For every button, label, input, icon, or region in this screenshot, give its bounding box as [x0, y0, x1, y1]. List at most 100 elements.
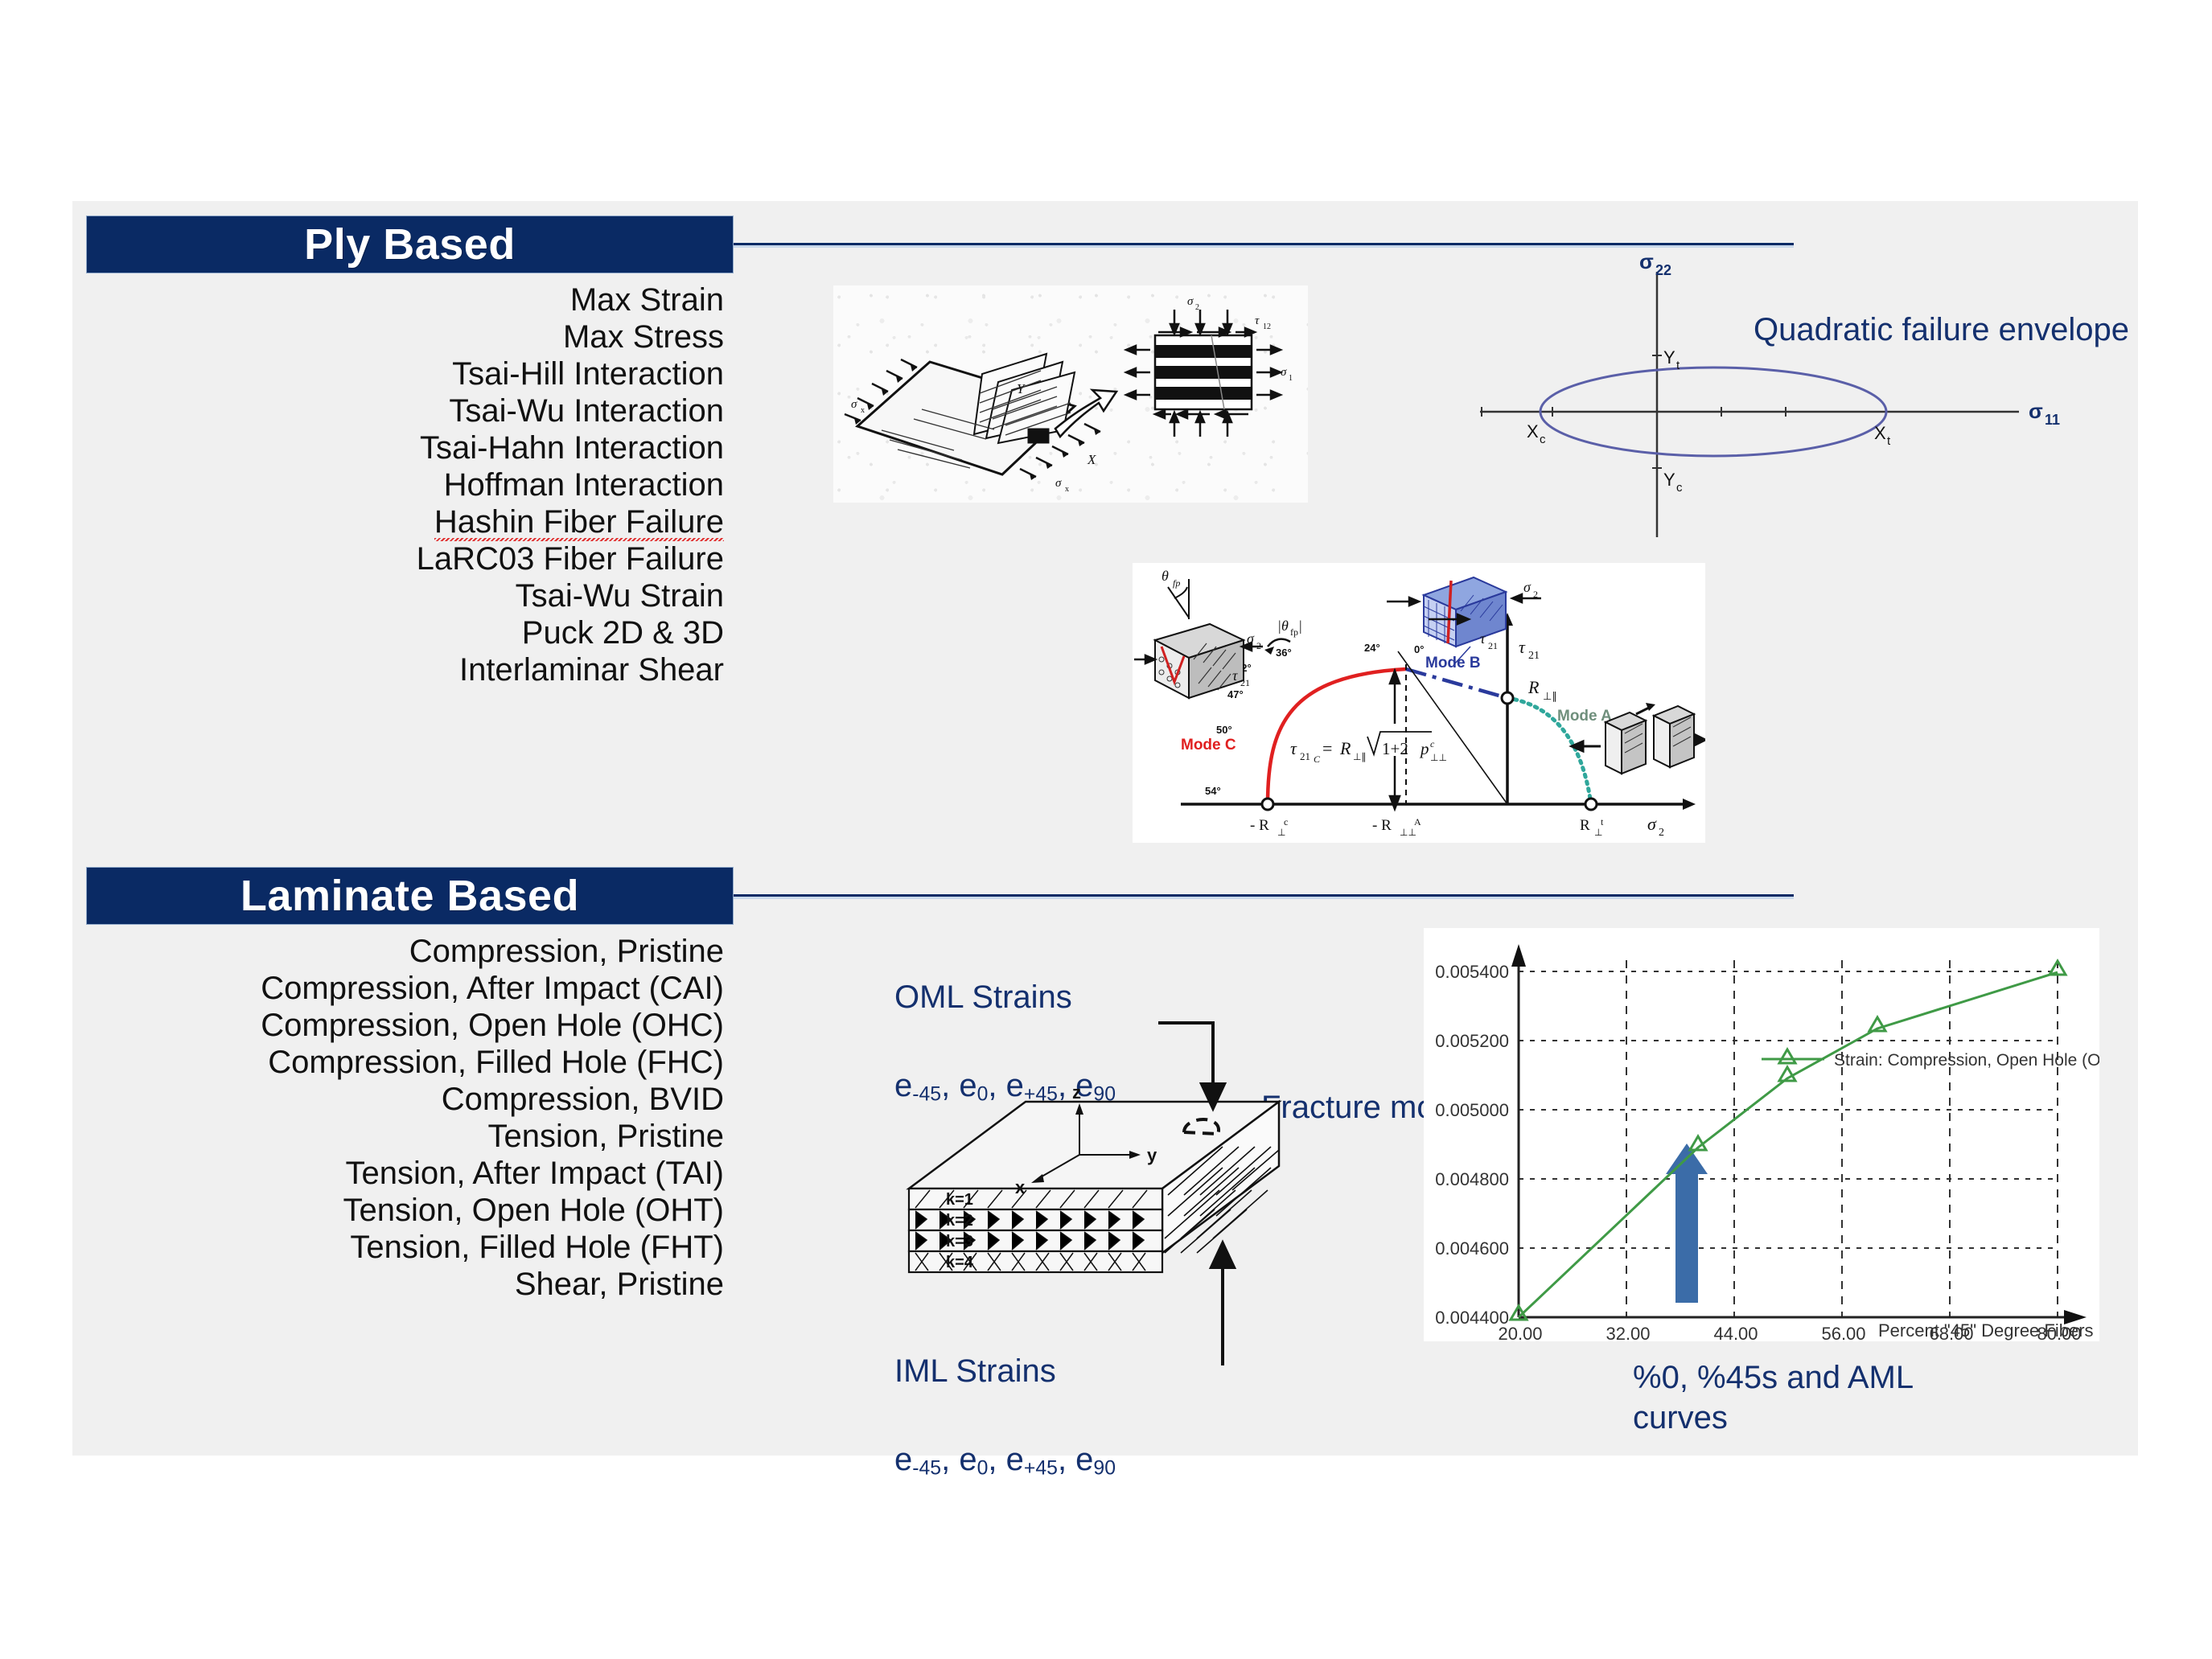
quadratic-envelope-plot: σ 22 σ 11 Y t Y c X c X t: [1480, 257, 2060, 537]
svg-text:X: X: [1087, 452, 1096, 467]
svg-text:σ: σ: [1523, 579, 1532, 595]
svg-text:21: 21: [1300, 750, 1310, 762]
laminate-stack-illustration: k=1 k=2 k=3 k=4 z y x: [906, 1021, 1282, 1365]
svg-text:σ: σ: [1247, 630, 1255, 647]
angle-label: 24°: [1364, 642, 1380, 654]
svg-text:R: R: [1527, 677, 1540, 697]
mode-c-curve: [1265, 667, 1407, 805]
list-item: Tsai-Hill Interaction: [452, 356, 724, 392]
svg-text:τ: τ: [1519, 637, 1526, 657]
svg-text:c: c: [1430, 738, 1435, 749]
svg-text:σ: σ: [1187, 295, 1194, 308]
aml-chart-svg: Strain: Compression, Open Hole (OHC) 0.0…: [1435, 944, 2099, 1341]
svg-text:C: C: [1314, 754, 1321, 765]
svg-text:τ: τ: [1255, 314, 1260, 327]
laminate-based-method-list: Compression, Pristine Compression, After…: [72, 933, 724, 1303]
legend-label: Strain: Compression, Open Hole (OHC): [1834, 1051, 2099, 1070]
svg-text:2: 2: [1533, 589, 1538, 600]
series-line-ohc: [1517, 971, 2058, 1319]
svg-text:21: 21: [1528, 650, 1540, 662]
list-item: Puck 2D & 3D: [521, 615, 724, 651]
svg-text:⊥: ⊥: [1594, 827, 1602, 838]
laminate-block-diagram: k=1 k=2 k=3 k=4 z y x: [877, 1005, 1359, 1367]
svg-text:σ: σ: [851, 398, 857, 411]
chart-legend: Strain: Compression, Open Hole (OHC): [1762, 1047, 2099, 1070]
list-item: LaRC03 Fiber Failure: [416, 541, 724, 577]
y-tick-label: 0.005000: [1435, 1100, 1509, 1120]
svg-text:⊥∥: ⊥∥: [1353, 751, 1366, 762]
list-item: Tension, Filled Hole (FHT): [350, 1230, 724, 1265]
section-rule-ply-based: [734, 243, 1794, 248]
svg-text:Y: Y: [1017, 381, 1026, 396]
svg-text:2: 2: [1195, 303, 1199, 312]
fracture-modes-figure: 36° 24° 0° 42° 47° 50° 54° |θ fp | Mode …: [1133, 563, 1705, 843]
list-item: Compression, Filled Hole (FHC): [268, 1045, 724, 1080]
svg-text:2: 2: [1659, 827, 1664, 839]
svg-text:X: X: [1527, 421, 1539, 441]
ply-based-method-list: Max Strain Max Stress Tsai-Hill Interact…: [72, 281, 724, 688]
svg-text:σ: σ: [1639, 257, 1654, 273]
svg-text:R: R: [1580, 817, 1590, 834]
svg-text:θ: θ: [1162, 568, 1169, 584]
svg-text:c: c: [1676, 481, 1683, 495]
svg-text:=: =: [1322, 738, 1332, 758]
x-tick-label: 56.00: [1821, 1324, 1865, 1341]
list-item: Hashin Fiber Failure: [434, 504, 724, 541]
axis-y-label: y: [1147, 1145, 1157, 1165]
ply-label: k=2: [946, 1212, 973, 1230]
list-item: Compression, After Impact (CAI): [261, 971, 724, 1006]
svg-text:A: A: [1414, 816, 1421, 827]
slide-root: Ply Based Max Strain Max Stress Tsai-Hil…: [0, 0, 2212, 1659]
svg-text:21: 21: [1240, 677, 1250, 688]
quadratic-failure-envelope-figure: σ 22 σ 11 Y t Y c X c X t Quadratic fail…: [1456, 257, 2132, 547]
svg-text:σ: σ: [1055, 477, 1062, 490]
svg-text:c: c: [1284, 816, 1288, 827]
svg-text:R: R: [1339, 738, 1351, 758]
svg-text:11: 11: [2045, 412, 2060, 428]
svg-text:- R: - R: [1250, 817, 1269, 834]
svg-text:fp: fp: [1290, 626, 1298, 638]
list-item: Shear, Pristine: [514, 1267, 724, 1302]
ply-label: k=1: [946, 1191, 973, 1209]
svg-text:σ: σ: [1647, 814, 1657, 834]
angle-label: 50°: [1216, 724, 1232, 736]
aml-strain-chart: Strain: Compression, Open Hole (OHC) 0.0…: [1424, 928, 2099, 1341]
svg-text:|θ: |θ: [1277, 618, 1289, 634]
svg-text:|: |: [1298, 618, 1302, 634]
puck-fracture-envelope: 36° 24° 0° 42° 47° 50° 54° |θ fp | Mode …: [1134, 568, 1705, 839]
emphasis-arrow: [1666, 1144, 1708, 1303]
mode-b-label: Mode B: [1425, 655, 1481, 671]
list-item-hashin: Hashin Fiber Failure: [72, 503, 724, 541]
list-item: Tsai-Hahn Interaction: [420, 430, 724, 466]
aml-chart-caption: %0, %45s and AML curves: [1633, 1360, 1913, 1435]
svg-text:τ: τ: [1232, 667, 1238, 684]
section-header-ply-based: Ply Based: [86, 216, 734, 273]
svg-text:22: 22: [1655, 262, 1671, 278]
x-tick-label: 44.00: [1713, 1324, 1758, 1341]
ply-label: k=4: [946, 1254, 974, 1271]
svg-text:⊥: ⊥: [1277, 827, 1285, 838]
svg-text:- R: - R: [1372, 817, 1392, 834]
angle-label: 0°: [1414, 643, 1424, 655]
list-item: Interlaminar Shear: [458, 652, 724, 688]
svg-text:c: c: [1540, 433, 1546, 446]
svg-text:2: 2: [1256, 640, 1261, 651]
svg-text:⊥⊥: ⊥⊥: [1430, 752, 1447, 763]
svg-text:t: t: [1601, 816, 1604, 827]
list-item: Compression, Open Hole (OHC): [261, 1008, 724, 1043]
layup-illustration: Y X σ x σ x σ 2 τ 12 σ 1: [844, 295, 1293, 494]
series-markers-ohc: [1508, 959, 2068, 1321]
list-item: Hoffman Interaction: [443, 467, 724, 503]
list-item: Tension, After Impact (TAI): [345, 1156, 724, 1191]
svg-text:⊥⊥: ⊥⊥: [1400, 827, 1416, 838]
axis-z-label: z: [1072, 1082, 1081, 1103]
svg-text:τ: τ: [1290, 738, 1297, 758]
mode-c-label: Mode C: [1181, 737, 1236, 754]
y-tick-label: 0.004600: [1435, 1238, 1509, 1259]
section-rule-laminate-based: [734, 894, 1794, 899]
iml-strains-values: e-45, e0, e+45, e90: [894, 1442, 1116, 1480]
svg-text:⊥∥: ⊥∥: [1543, 690, 1557, 702]
list-item: Max Stress: [562, 319, 724, 355]
section-header-laminate-based: Laminate Based: [86, 867, 734, 925]
list-item: Tension, Pristine: [487, 1119, 724, 1154]
